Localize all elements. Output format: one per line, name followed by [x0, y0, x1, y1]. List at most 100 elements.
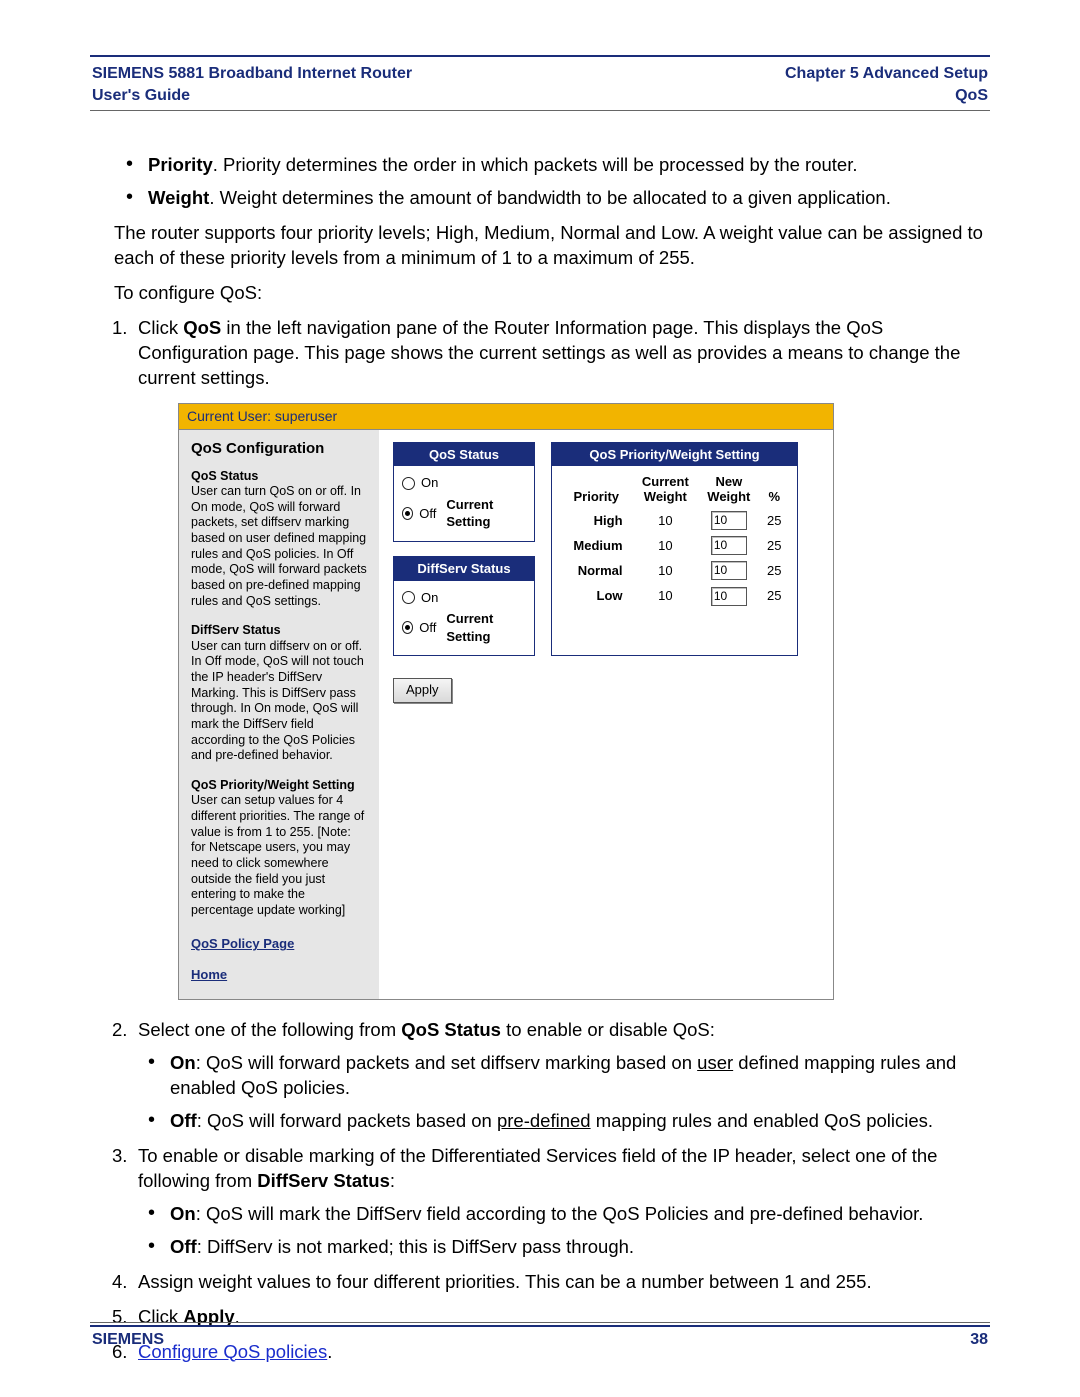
- product-title-2: User's Guide: [92, 85, 412, 107]
- step-2-off-u: pre-defined: [497, 1110, 591, 1131]
- step-3-bold: DiffServ Status: [257, 1170, 390, 1191]
- apply-button[interactable]: Apply: [393, 678, 452, 703]
- radio-icon: [402, 507, 413, 520]
- side-t-qos-status: User can turn QoS on or off. In On mode,…: [191, 484, 367, 609]
- diffserv-status-head: DiffServ Status: [394, 557, 534, 581]
- table-row: Medium 10 10 25: [560, 533, 789, 558]
- qos-status-current: Current Setting: [446, 496, 526, 531]
- bullet-weight: Weight. Weight determines the amount of …: [126, 186, 990, 211]
- qos-status-off-row[interactable]: Off Current Setting: [402, 496, 526, 531]
- table-row: High 10 10 25: [560, 508, 789, 533]
- footer-rule-top: [90, 1322, 990, 1323]
- qos-policy-page-link[interactable]: QoS Policy Page: [191, 936, 367, 952]
- pw-current-0: 10: [633, 508, 699, 533]
- bullet-priority-term: Priority: [148, 154, 213, 175]
- side-t-pw: User can setup values for 4 different pr…: [191, 793, 367, 918]
- step-3-on-t: : QoS will mark the DiffServ field accor…: [196, 1203, 924, 1224]
- table-row: Normal 10 10 25: [560, 558, 789, 583]
- radio-icon: [402, 591, 415, 604]
- step-2-on-u: user: [697, 1052, 733, 1073]
- pw-col-priority: Priority: [560, 472, 633, 508]
- pw-new-input-1[interactable]: 10: [711, 536, 747, 555]
- pw-current-1: 10: [633, 533, 699, 558]
- para-toconfig: To configure QoS:: [90, 281, 990, 306]
- step-2-off: Off: QoS will forward packets based on p…: [148, 1109, 990, 1134]
- pw-col-pct: %: [760, 472, 790, 508]
- pw-pct-0: 25: [760, 508, 790, 533]
- step-1-bold: QoS: [183, 317, 221, 338]
- step-2-pre: Select one of the following from: [138, 1019, 401, 1040]
- pw-current-2: 10: [633, 558, 699, 583]
- step-2-off-2: mapping rules and enabled QoS policies.: [591, 1110, 933, 1131]
- bullet-priority: Priority. Priority determines the order …: [126, 153, 990, 178]
- diffserv-on-label: On: [421, 589, 438, 607]
- header-rule-bottom: [90, 110, 990, 111]
- current-user-bar: Current User: superuser: [179, 404, 833, 430]
- pw-label-3: Low: [560, 583, 633, 608]
- chapter-title: Chapter 5 Advanced Setup: [785, 63, 988, 85]
- side-h-diffserv: DiffServ Status: [191, 623, 367, 639]
- step-1-pre: Click: [138, 317, 183, 338]
- step-3-on: On: QoS will mark the DiffServ field acc…: [148, 1202, 990, 1227]
- para-levels: The router supports four priority levels…: [90, 221, 990, 271]
- footer-page-number: 38: [970, 1331, 988, 1349]
- bullet-weight-text: . Weight determines the amount of bandwi…: [209, 187, 891, 208]
- side-h-pw: QoS Priority/Weight Setting: [191, 778, 367, 794]
- pw-col-new: New Weight: [698, 472, 759, 508]
- side-h-qos-status: QoS Status: [191, 469, 367, 485]
- section-title: QoS: [785, 85, 988, 107]
- pw-current-3: 10: [633, 583, 699, 608]
- step-2-on-b: On: [170, 1052, 196, 1073]
- page-footer: SIEMENS 38: [90, 1322, 990, 1349]
- step-2-post: to enable or disable QoS:: [501, 1019, 715, 1040]
- step-3-off-b: Off: [170, 1236, 197, 1257]
- step-2-bold: QoS Status: [401, 1019, 501, 1040]
- diffserv-status-box: DiffServ Status On: [393, 556, 535, 656]
- pw-pct-3: 25: [760, 583, 790, 608]
- step-3-post: :: [390, 1170, 395, 1191]
- pw-label-2: Normal: [560, 558, 633, 583]
- pw-pct-2: 25: [760, 558, 790, 583]
- pw-new-input-3[interactable]: 10: [711, 587, 747, 606]
- qos-sidebar: QoS Configuration QoS Status User can tu…: [179, 430, 379, 999]
- priority-weight-box: QoS Priority/Weight Setting Priority Cur…: [551, 442, 798, 656]
- step-2-off-b: Off: [170, 1110, 197, 1131]
- qos-status-head: QoS Status: [394, 443, 534, 467]
- qos-config-panel: Current User: superuser QoS Configuratio…: [178, 403, 834, 1000]
- footer-brand: SIEMENS: [92, 1331, 164, 1349]
- priority-weight-table: Priority Current Weight New Weight %: [560, 472, 789, 608]
- step-3-off: Off: DiffServ is not marked; this is Dif…: [148, 1235, 990, 1260]
- step-2-on: On: QoS will forward packets and set dif…: [148, 1051, 990, 1101]
- diffserv-off-row[interactable]: Off Current Setting: [402, 610, 526, 645]
- radio-icon: [402, 477, 415, 490]
- pw-pct-1: 25: [760, 533, 790, 558]
- radio-icon: [402, 621, 413, 634]
- step-2: Select one of the following from QoS Sta…: [112, 1018, 990, 1134]
- priority-weight-head: QoS Priority/Weight Setting: [552, 443, 797, 467]
- product-title-1: SIEMENS 5881 Broadband Internet Router: [92, 63, 412, 85]
- step-3: To enable or disable marking of the Diff…: [112, 1144, 990, 1260]
- step-1: Click QoS in the left navigation pane of…: [112, 316, 990, 1000]
- pw-col-current: Current Weight: [633, 472, 699, 508]
- step-1-post: in the left navigation pane of the Route…: [138, 317, 960, 388]
- pw-new-input-0[interactable]: 10: [711, 511, 747, 530]
- home-link[interactable]: Home: [191, 967, 367, 983]
- qos-status-box: QoS Status On: [393, 442, 535, 542]
- qos-status-on-row[interactable]: On: [402, 474, 526, 492]
- page-header: SIEMENS 5881 Broadband Internet Router U…: [90, 57, 990, 110]
- side-t-diffserv: User can turn diffserv on or off. In Off…: [191, 639, 367, 764]
- diffserv-on-row[interactable]: On: [402, 589, 526, 607]
- qos-status-on-label: On: [421, 474, 438, 492]
- step-3-off-t: : DiffServ is not marked; this is DiffSe…: [197, 1236, 634, 1257]
- qos-status-off-label: Off: [419, 505, 436, 523]
- pw-label-1: Medium: [560, 533, 633, 558]
- pw-label-0: High: [560, 508, 633, 533]
- pw-new-input-2[interactable]: 10: [711, 561, 747, 580]
- step-2-on-1: : QoS will forward packets and set diffs…: [196, 1052, 697, 1073]
- table-row: Low 10 10 25: [560, 583, 789, 608]
- qos-config-title: QoS Configuration: [191, 440, 367, 459]
- step-3-on-b: On: [170, 1203, 196, 1224]
- qos-main-area: QoS Status On: [379, 430, 833, 999]
- diffserv-off-label: Off: [419, 619, 436, 637]
- bullet-priority-text: . Priority determines the order in which…: [213, 154, 858, 175]
